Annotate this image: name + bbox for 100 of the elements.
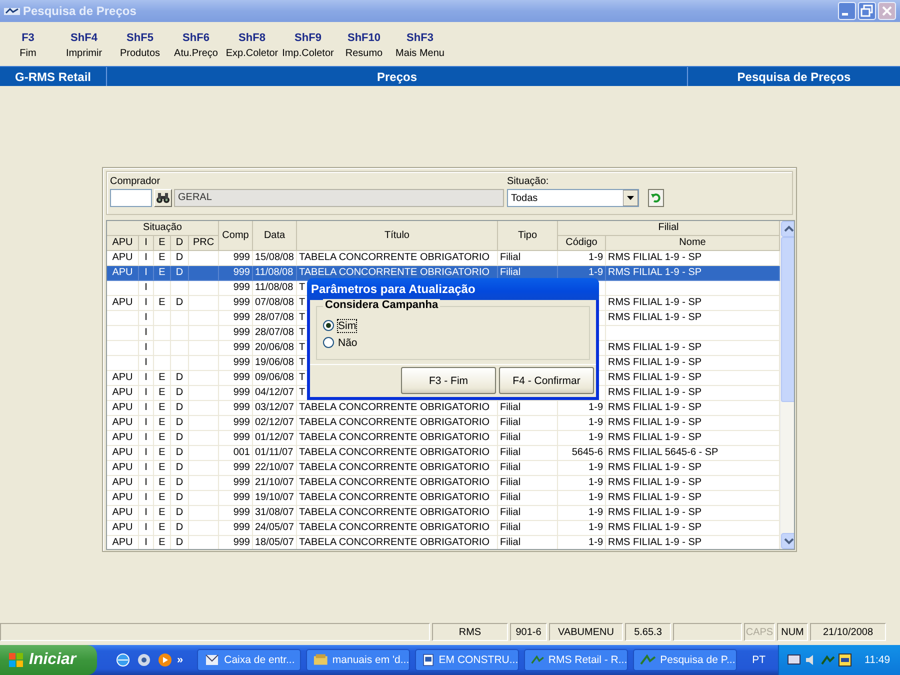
table-cell: Filial bbox=[498, 521, 558, 536]
toolbar-button[interactable]: ShF5 Produtos bbox=[112, 31, 168, 66]
binoculars-icon bbox=[156, 192, 170, 204]
table-cell: Filial bbox=[498, 506, 558, 521]
table-cell: D bbox=[171, 446, 189, 461]
table-row[interactable]: APU I E D 001 01/11/07 TABELA CONCORRENTE OBRIGATORIO Filial 5645-6 RMS FILIAL 5645-6 - SP bbox=[107, 446, 780, 461]
status-panel: VABUMENU bbox=[549, 623, 623, 641]
column-header[interactable]: Data bbox=[253, 221, 297, 251]
table-cell: 999 bbox=[219, 281, 253, 296]
situacao-dropdown[interactable]: Todas bbox=[507, 189, 639, 207]
table-cell: 999 bbox=[219, 296, 253, 311]
column-header[interactable]: Código bbox=[558, 236, 606, 251]
dialog-button[interactable]: F3 - Fim bbox=[401, 367, 496, 394]
table-cell: 21/10/07 bbox=[253, 476, 297, 491]
table-cell: APU bbox=[107, 521, 139, 536]
table-row[interactable]: APU I E D 999 02/12/07 TABELA CONCORRENTE OBRIGATORIO Filial 1-9 RMS FILIAL 1-9 - SP bbox=[107, 416, 780, 431]
column-header[interactable]: Comp bbox=[219, 221, 253, 251]
table-cell: 999 bbox=[219, 311, 253, 326]
table-cell: E bbox=[154, 386, 171, 401]
toolbar-button[interactable]: ShF3 Mais Menu bbox=[392, 31, 448, 66]
toolbar-button[interactable]: ShF8 Exp.Coletor bbox=[224, 31, 280, 66]
table-cell: APU bbox=[107, 446, 139, 461]
table-cell: RMS FILIAL 1-9 - SP bbox=[606, 311, 780, 326]
taskbar-button[interactable]: Pesquisa de P... bbox=[633, 649, 738, 671]
table-cell: TABELA CONCORRENTE OBRIGATORIO bbox=[297, 401, 498, 416]
toolbar-button[interactable]: ShF9 Imp.Coletor bbox=[280, 31, 336, 66]
column-header[interactable]: Título bbox=[297, 221, 498, 251]
table-cell: D bbox=[171, 266, 189, 281]
table-cell: 1-9 bbox=[558, 491, 606, 506]
column-header[interactable]: PRC bbox=[189, 236, 219, 251]
table-cell: I bbox=[139, 521, 154, 536]
toolbar-button[interactable]: ShF4 Imprimir bbox=[56, 31, 112, 66]
table-row[interactable]: APU I E D 999 03/12/07 TABELA CONCORRENTE OBRIGATORIO Filial 1-9 RMS FILIAL 1-9 - SP bbox=[107, 401, 780, 416]
table-cell: 001 bbox=[219, 446, 253, 461]
toolbar-button[interactable]: F3 Fim bbox=[0, 31, 56, 66]
column-header[interactable]: I bbox=[139, 236, 154, 251]
comprador-code-field[interactable] bbox=[110, 189, 152, 207]
table-cell: RMS FILIAL 1-9 - SP bbox=[606, 371, 780, 386]
play-icon[interactable] bbox=[157, 652, 173, 668]
column-header[interactable]: Tipo bbox=[498, 221, 558, 251]
table-cell: APU bbox=[107, 476, 139, 491]
taskbar-button[interactable]: Caixa de entr... bbox=[197, 649, 302, 671]
table-cell: I bbox=[139, 491, 154, 506]
column-header[interactable]: Nome bbox=[606, 236, 780, 251]
table-row[interactable]: APU I E D 999 22/10/07 TABELA CONCORRENTE OBRIGATORIO Filial 1-9 RMS FILIAL 1-9 - SP bbox=[107, 461, 780, 476]
taskbar-button[interactable]: manuais em 'd... bbox=[306, 649, 410, 671]
table-cell: RMS FILIAL 1-9 - SP bbox=[606, 401, 780, 416]
status-panel: NUM bbox=[777, 623, 808, 641]
table-cell: 09/06/08 bbox=[253, 371, 297, 386]
window-title: Pesquisa de Preços bbox=[23, 4, 138, 18]
table-cell: Filial bbox=[498, 536, 558, 549]
table-cell: 999 bbox=[219, 491, 253, 506]
maximize-icon[interactable] bbox=[858, 2, 876, 20]
table-cell: E bbox=[154, 446, 171, 461]
refresh-button[interactable] bbox=[648, 189, 664, 207]
table-cell: 22/10/07 bbox=[253, 461, 297, 476]
column-header[interactable]: E bbox=[154, 236, 171, 251]
table-cell: 24/05/07 bbox=[253, 521, 297, 536]
table-cell: I bbox=[139, 446, 154, 461]
search-button[interactable] bbox=[154, 189, 172, 207]
table-cell: 999 bbox=[219, 386, 253, 401]
table-row[interactable]: APU I E D 999 31/08/07 TABELA CONCORRENTE OBRIGATORIO Filial 1-9 RMS FILIAL 1-9 - SP bbox=[107, 506, 780, 521]
table-cell: I bbox=[139, 431, 154, 446]
tray-app-icon[interactable] bbox=[838, 653, 852, 667]
dialog-button[interactable]: F4 - Confirmar bbox=[499, 367, 594, 394]
taskbar-button[interactable]: EM CONSTRU... bbox=[415, 649, 520, 671]
toolbar-button[interactable]: ShF10 Resumo bbox=[336, 31, 392, 66]
table-cell: D bbox=[171, 401, 189, 416]
overflow-button[interactable]: » bbox=[177, 654, 184, 666]
group-label: Considera Campanha bbox=[323, 299, 440, 311]
table-cell: TABELA CONCORRENTE OBRIGATORIO bbox=[297, 416, 498, 431]
minimize-icon[interactable] bbox=[838, 2, 856, 20]
radio-button[interactable] bbox=[323, 320, 334, 331]
scrollbar[interactable] bbox=[780, 221, 794, 549]
toolbar-button[interactable]: ShF6 Atu.Preço bbox=[168, 31, 224, 66]
start-button[interactable]: Iniciar bbox=[0, 645, 97, 675]
radio-button[interactable] bbox=[323, 337, 334, 348]
table-row[interactable]: APU I E D 999 18/05/07 TABELA CONCORRENTE OBRIGATORIO Filial 1-9 RMS FILIAL 1-9 - SP bbox=[107, 536, 780, 549]
table-cell: 18/05/07 bbox=[253, 536, 297, 549]
table-cell: 1-9 bbox=[558, 476, 606, 491]
browser-icon[interactable] bbox=[115, 652, 131, 668]
table-cell: I bbox=[139, 311, 154, 326]
table-row[interactable]: APU I E D 999 19/10/07 TABELA CONCORRENTE OBRIGATORIO Filial 1-9 RMS FILIAL 1-9 - SP bbox=[107, 491, 780, 506]
table-cell: E bbox=[154, 521, 171, 536]
taskbar-button[interactable]: RMS Retail - R... bbox=[524, 649, 628, 671]
table-row[interactable]: APU I E D 999 21/10/07 TABELA CONCORRENTE OBRIGATORIO Filial 1-9 RMS FILIAL 1-9 - SP bbox=[107, 476, 780, 491]
scroll-down-icon[interactable] bbox=[781, 533, 794, 549]
table-row[interactable]: APU I E D 999 01/12/07 TABELA CONCORRENTE OBRIGATORIO Filial 1-9 RMS FILIAL 1-9 - SP bbox=[107, 431, 780, 446]
column-header[interactable]: APU bbox=[107, 236, 139, 251]
table-cell: 999 bbox=[219, 521, 253, 536]
table-cell: I bbox=[139, 326, 154, 341]
table-cell: APU bbox=[107, 401, 139, 416]
column-header[interactable]: D bbox=[171, 236, 189, 251]
table-cell: TABELA CONCORRENTE OBRIGATORIO bbox=[297, 461, 498, 476]
table-cell: APU bbox=[107, 506, 139, 521]
table-cell: APU bbox=[107, 386, 139, 401]
table-row[interactable]: APU I E D 999 24/05/07 TABELA CONCORRENTE OBRIGATORIO Filial 1-9 RMS FILIAL 1-9 - SP bbox=[107, 521, 780, 536]
table-cell: 1-9 bbox=[558, 401, 606, 416]
scroll-up-icon[interactable] bbox=[781, 221, 794, 237]
language-indicator[interactable]: PT bbox=[752, 654, 766, 666]
